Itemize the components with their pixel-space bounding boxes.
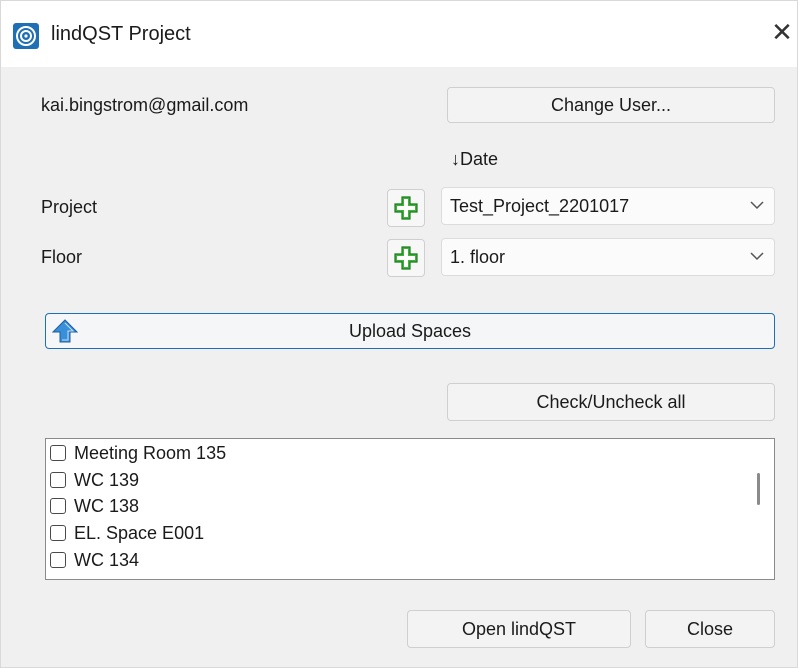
floor-select-value: 1. floor: [450, 247, 506, 267]
list-item-label: WC 138: [74, 496, 140, 516]
add-floor-button[interactable]: [387, 239, 425, 277]
plus-icon: [394, 246, 418, 270]
user-email: kai.bingstrom@gmail.com: [41, 95, 249, 115]
list-item-label: Meeting Room 135: [74, 443, 227, 463]
vertical-scrollbar[interactable]: [744, 439, 774, 579]
checkbox[interactable]: [50, 552, 66, 568]
project-select[interactable]: Test_Project_2201017: [441, 187, 775, 225]
chevron-down-icon: [750, 252, 764, 261]
floor-label: Floor: [41, 247, 83, 267]
spaces-list[interactable]: Meeting Room 135 WC 139 WC 138 EL. Space…: [45, 438, 775, 580]
checkbox[interactable]: [50, 498, 66, 514]
project-select-value: Test_Project_2201017: [450, 196, 630, 216]
window-title: lindQST Project: [51, 23, 191, 45]
list-item-label: WC 134: [74, 550, 140, 570]
check-uncheck-all-button[interactable]: Check/Uncheck all: [447, 383, 775, 421]
checkbox[interactable]: [50, 472, 66, 488]
scrollbar-thumb[interactable]: [757, 473, 760, 505]
floor-select[interactable]: 1. floor: [441, 238, 775, 276]
project-dialog: lindQST Project ✕ kai.bingstrom@gmail.co…: [0, 0, 798, 668]
change-user-button[interactable]: Change User...: [447, 87, 775, 123]
upload-spaces-label: Upload Spaces: [348, 321, 472, 341]
checkbox[interactable]: [50, 525, 66, 541]
app-logo-icon: [13, 23, 39, 49]
upload-spaces-button[interactable]: Upload Spaces: [45, 313, 775, 349]
checkbox[interactable]: [50, 445, 66, 461]
chevron-down-icon: [750, 201, 764, 210]
add-project-button[interactable]: [387, 189, 425, 227]
close-button[interactable]: Close: [645, 610, 775, 648]
sort-date-header[interactable]: ↓Date: [451, 149, 498, 170]
title-bar[interactable]: lindQST Project ✕: [1, 1, 797, 67]
list-item-label: WC 139: [74, 470, 140, 490]
open-lindqst-button[interactable]: Open lindQST: [407, 610, 631, 648]
project-label: Project: [41, 197, 98, 217]
close-icon[interactable]: ✕: [769, 19, 795, 45]
list-item-label: EL. Space E001: [74, 523, 205, 543]
plus-icon: [394, 196, 418, 220]
